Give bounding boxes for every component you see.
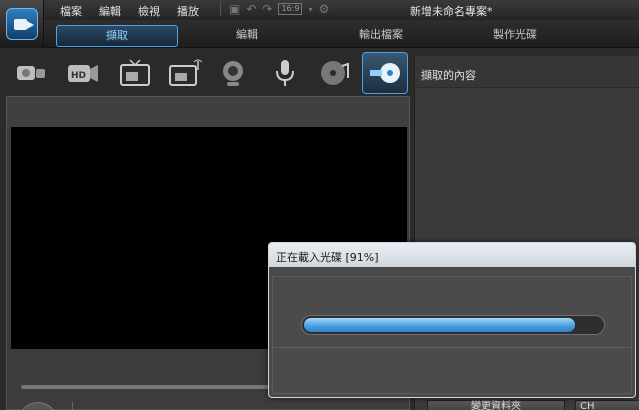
loading-progress-fill [304,318,575,332]
microphone-icon [276,60,294,86]
undo-icon[interactable]: ↶ [246,2,256,16]
loading-progress-bar [301,315,605,335]
preview-header [7,97,409,127]
redo-icon[interactable]: ↷ [262,2,272,16]
dv-camcorder-icon [17,66,45,80]
capture-option-button[interactable]: CH [575,400,639,410]
chevron-down-icon[interactable]: ▾ [308,5,312,14]
save-icon[interactable]: ▣ [229,2,240,16]
dialog-body [272,276,632,394]
app-logo [0,0,44,48]
capture-digital-tv-button[interactable] [162,52,208,94]
title-bar: 檔案 編輯 檢視 播放 ▣ ↶ ↷ 16:9 ▾ ⚙ 新增未命名專案* [0,0,639,20]
svg-text:HD: HD [71,71,86,81]
tab-output-file[interactable]: 輸出檔案 [320,25,442,47]
menu-bar: 檔案 編輯 檢視 播放 [60,3,216,19]
menu-view[interactable]: 檢視 [138,3,160,19]
capture-disc-button[interactable] [362,52,408,94]
tab-capture[interactable]: 擷取 [56,25,178,47]
tab-edit[interactable]: 編輯 [186,25,308,47]
divider [72,402,73,410]
menu-edit[interactable]: 編輯 [99,3,121,19]
hdv-camcorder-icon: HD [68,65,98,82]
captured-content-title: 擷取的內容 [421,69,476,82]
toolbar-separator [220,2,221,16]
capture-source-bar: HD [0,48,412,96]
webcam-icon [223,61,243,86]
video-camera-logo-icon [6,8,38,40]
digital-tv-icon [169,59,202,86]
main-tabbar: 擷取 編輯 輸出檔案 製作光碟 [44,20,639,48]
change-folder-button[interactable]: 變更資料夾 [427,400,565,410]
menu-file[interactable]: 檔案 [60,3,82,19]
dialog-separator [272,347,632,348]
tv-icon [120,59,150,86]
quick-toolbar: ▣ ↶ ↷ 16:9 ▾ ⚙ [218,2,329,16]
captured-content-header: 擷取的內容 [415,56,639,88]
tab-create-disc[interactable]: 製作光碟 [454,25,576,47]
loading-disc-dialog: 正在載入光碟 [91%] [268,242,636,398]
dialog-title-bar: 正在載入光碟 [91%] [269,243,635,267]
dialog-title: 正在載入光碟 [91%] [276,251,379,264]
aspect-ratio-button[interactable]: 16:9 [278,3,303,15]
capture-microphone-button[interactable] [262,52,308,94]
capture-cd-audio-button[interactable] [312,52,358,94]
optical-disc-capture-icon [370,63,400,83]
capture-dv-button[interactable] [8,52,54,94]
gear-icon[interactable]: ⚙ [318,2,329,16]
capture-tv-button[interactable] [112,52,158,94]
menu-playback[interactable]: 播放 [177,3,199,19]
seek-bar[interactable] [21,385,281,389]
capture-webcam-button[interactable] [210,52,256,94]
capture-hdv-button[interactable]: HD [60,52,106,94]
cd-audio-icon [321,61,349,85]
window-title: 新增未命名專案* [410,5,493,18]
